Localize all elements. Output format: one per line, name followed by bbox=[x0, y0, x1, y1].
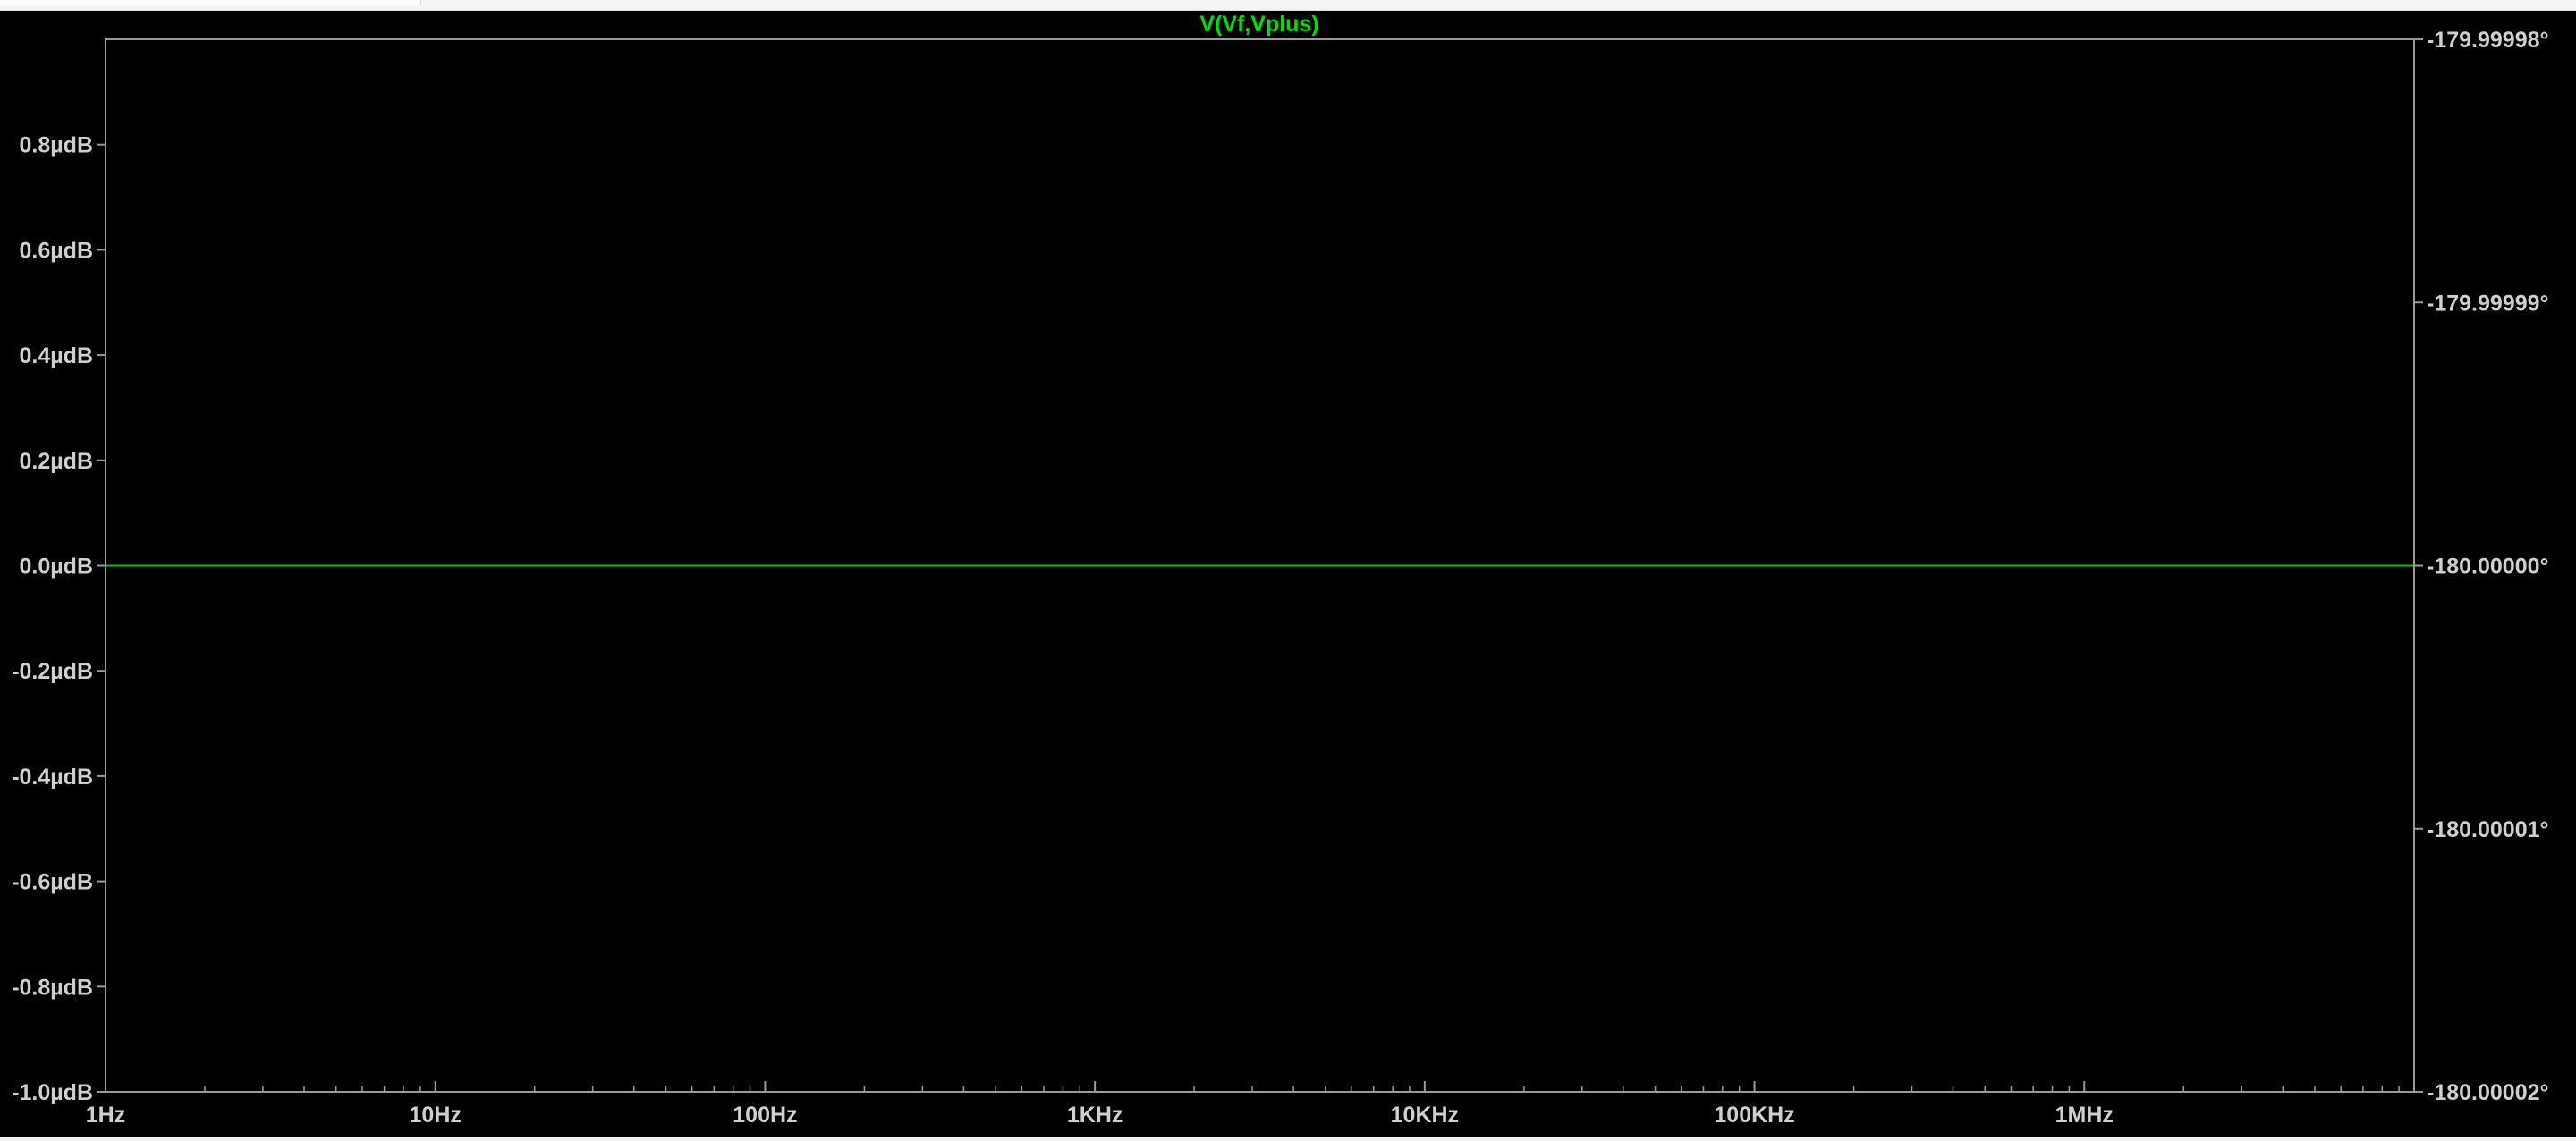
y-left-tick-label: -0.8µdB bbox=[12, 975, 93, 1000]
x-tick-label: 1KHz bbox=[1067, 1103, 1123, 1128]
y-right-tick-label: -180.00000° bbox=[2427, 554, 2549, 579]
x-tick-label: 100Hz bbox=[733, 1103, 797, 1128]
plot-window: 1Hz 10Hz 100Hz 1KHz 10KHz 100KHz 1MHz 0.8µdB 0.6… bbox=[0, 0, 2576, 1141]
tab-edge bbox=[0, 0, 421, 5]
window-top-strip bbox=[0, 0, 2576, 11]
tick-labels: 1Hz 10Hz 100Hz 1KHz 10KHz 100KHz 1MHz 0.8µdB 0.6… bbox=[12, 28, 2548, 1128]
y-left-tick-label: -0.4µdB bbox=[12, 765, 93, 790]
trace-label[interactable]: V(Vf,Vplus) bbox=[1199, 12, 1318, 37]
y-left-tick-label: -0.2µdB bbox=[12, 659, 93, 684]
y-left-tick-label: 0.8µdB bbox=[20, 133, 93, 158]
y-right-tick-label: -179.99998° bbox=[2427, 28, 2549, 53]
y-right-tick-label: -180.00002° bbox=[2427, 1080, 2549, 1105]
y-left-tick-label: 0.6µdB bbox=[20, 238, 93, 263]
y-left-tick-label: -1.0µdB bbox=[12, 1080, 93, 1105]
x-tick-label: 1Hz bbox=[86, 1103, 125, 1128]
x-tick-label: 10KHz bbox=[1391, 1103, 1459, 1128]
y-right-tick-label: -179.99999° bbox=[2427, 291, 2549, 316]
y-left-tick-label: -0.6µdB bbox=[12, 870, 93, 895]
waveform-plot[interactable]: 1Hz 10Hz 100Hz 1KHz 10KHz 100KHz 1MHz 0.8µdB 0.6… bbox=[0, 11, 2576, 1137]
y-left-tick-label: 0.0µdB bbox=[20, 554, 93, 579]
x-tick-label: 10Hz bbox=[410, 1103, 462, 1128]
x-tick-label: 1MHz bbox=[2055, 1103, 2114, 1128]
y-left-tick-label: 0.4µdB bbox=[20, 343, 93, 368]
y-right-tick-label: -180.00001° bbox=[2427, 817, 2549, 842]
y-left-tick-label: 0.2µdB bbox=[20, 449, 93, 474]
x-tick-label: 100KHz bbox=[1714, 1103, 1794, 1128]
waveform-plot-pane[interactable]: 1Hz 10Hz 100Hz 1KHz 10KHz 100KHz 1MHz 0.8µdB 0.6… bbox=[0, 11, 2576, 1137]
